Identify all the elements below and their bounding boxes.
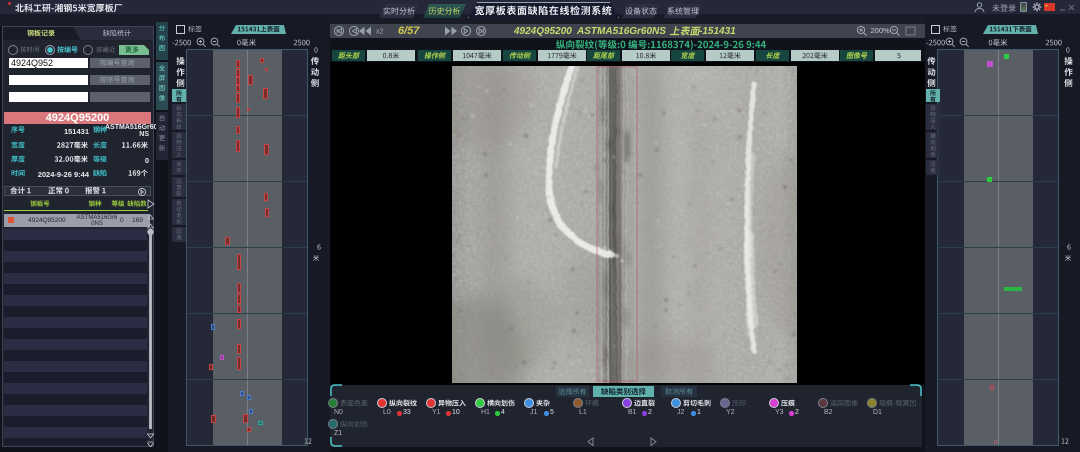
- svg-text:x2: x2: [376, 29, 384, 36]
- svg-text:200%: 200%: [871, 26, 891, 35]
